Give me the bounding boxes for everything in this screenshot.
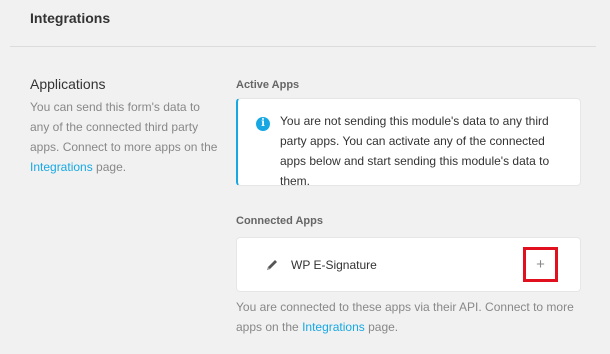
integrations-header: Integrations [10,0,596,47]
applications-heading: Applications [30,76,106,92]
active-apps-label: Active Apps [236,79,300,91]
footer-integrations-link[interactable]: Integrations [302,320,365,334]
app-name: WP E-Signature [291,258,377,272]
applications-description: You can send this form's data to any of … [30,97,220,177]
footer-text-suffix: page. [364,320,399,334]
info-icon: i [256,117,270,131]
footer-text: You are connected to these apps via thei… [236,300,574,334]
add-app-button[interactable]: + [526,250,555,279]
page-title: Integrations [30,10,111,26]
applications-description-text: You can send this form's data to any of … [30,100,218,154]
applications-description-suffix: page. [92,160,127,174]
pencil-icon [267,260,277,270]
connected-apps-footer: You are connected to these apps via thei… [236,297,596,337]
connected-apps-label: Connected Apps [236,215,323,227]
connected-app-row: WP E-Signature + [236,237,581,292]
notice-text: You are not sending this module's data t… [280,114,550,188]
active-apps-notice: i You are not sending this module's data… [236,98,581,188]
add-app-highlight: + [523,247,558,282]
integrations-link[interactable]: Integrations [30,160,93,174]
